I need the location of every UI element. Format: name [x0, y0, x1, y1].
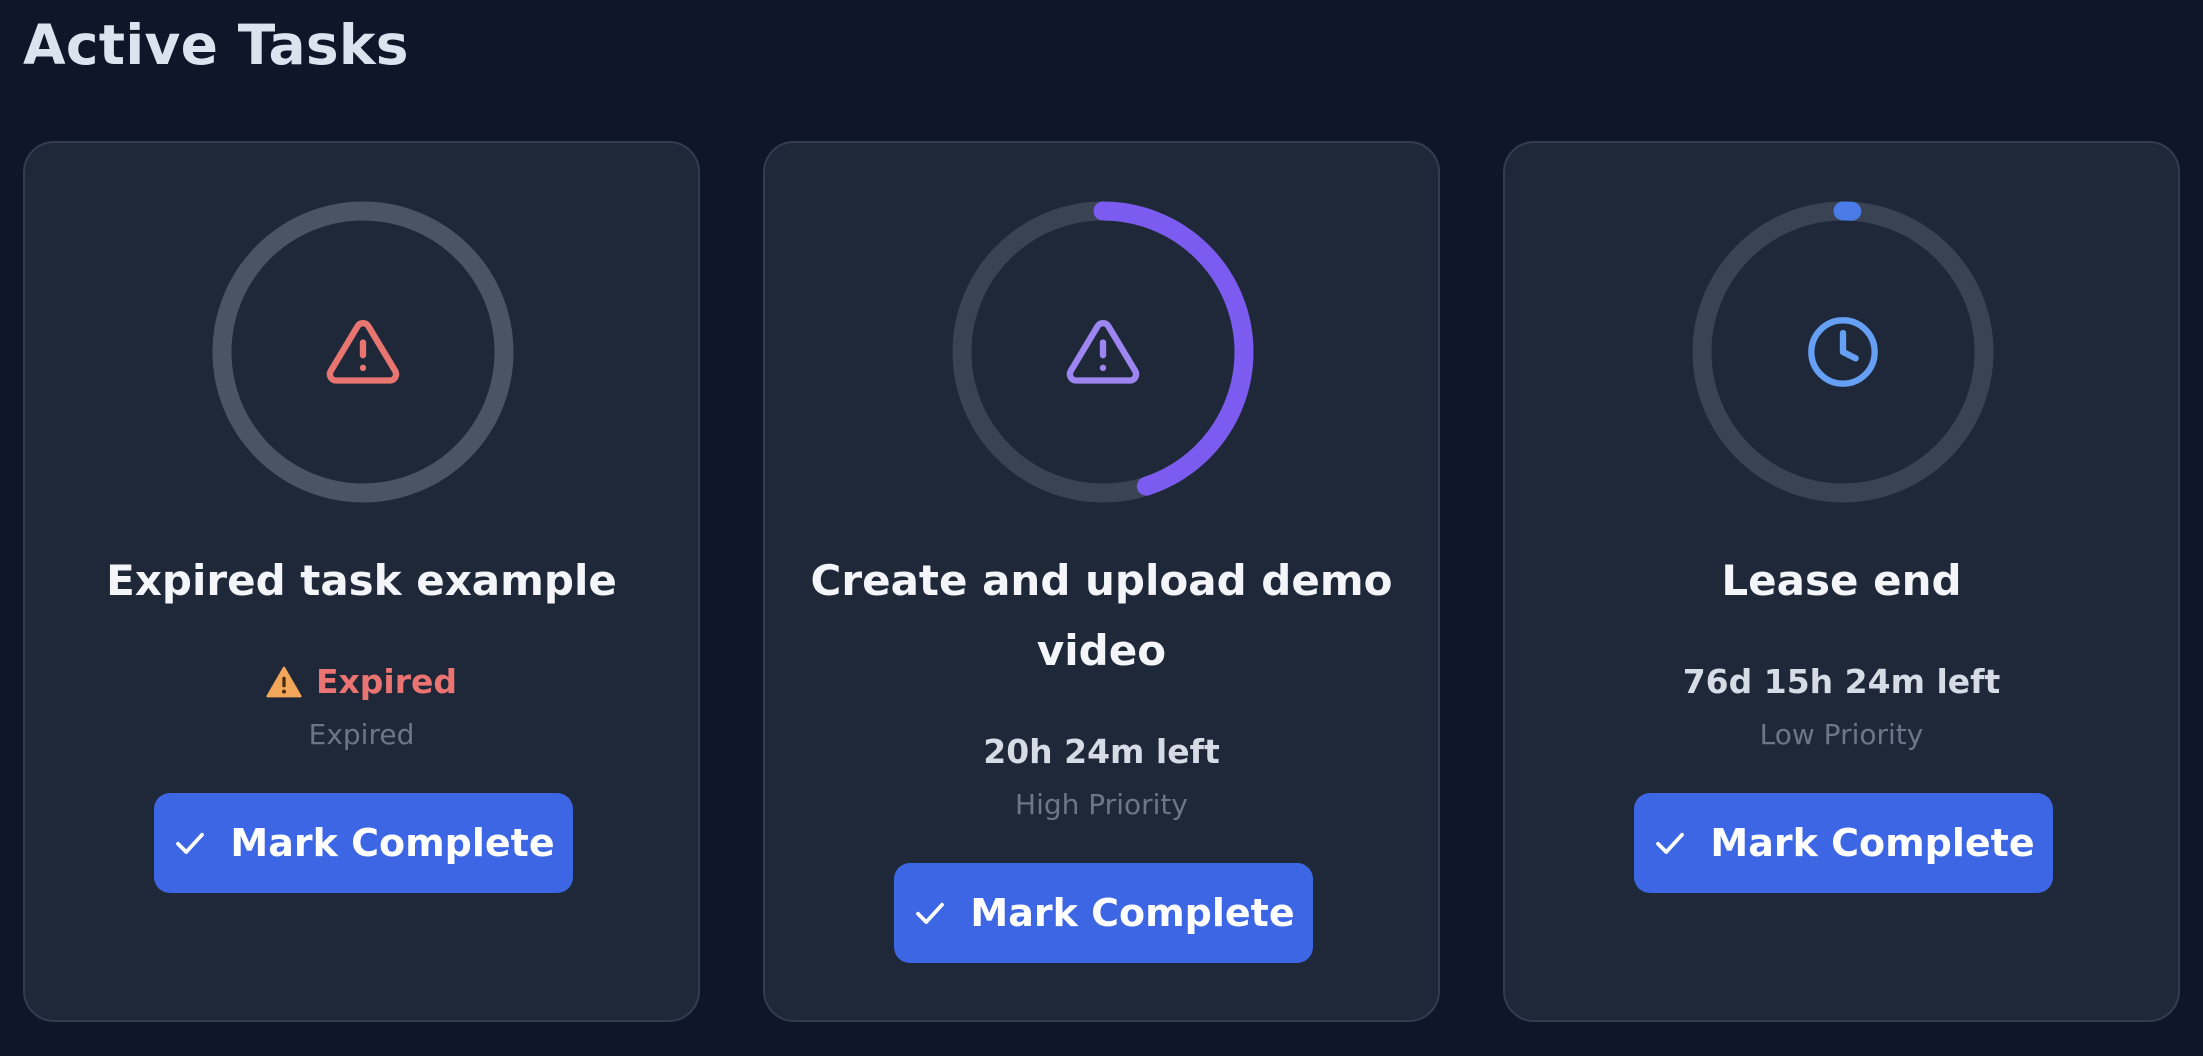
task-card-demo-video: Create and upload demo video 20h 24m lef… — [763, 141, 1440, 1022]
mark-complete-label: Mark Complete — [970, 891, 1295, 935]
progress-ring — [1692, 201, 1994, 503]
warning-icon — [326, 320, 400, 384]
check-icon — [176, 832, 205, 854]
task-status: Expired — [25, 660, 698, 704]
task-title: Lease end — [1721, 556, 1962, 605]
task-title: Expired task example — [106, 556, 617, 605]
task-status: 20h 24m left — [983, 732, 1220, 771]
mark-complete-button[interactable]: Mark Complete — [154, 793, 573, 893]
task-subtext: High Priority — [1015, 788, 1188, 821]
active-tasks-page: Active Tasks Expired task example Expire… — [0, 0, 2203, 1056]
mark-complete-label: Mark Complete — [1710, 821, 2035, 865]
mark-complete-button[interactable]: Mark Complete — [1634, 793, 2053, 893]
check-icon — [916, 902, 945, 924]
warning-icon — [1066, 320, 1140, 384]
task-card-lease-end: Lease end 76d 15h 24m left Low Priority … — [1503, 141, 2180, 1022]
status-text: Expired — [315, 662, 458, 701]
clock-icon — [1808, 317, 1878, 387]
mark-complete-label: Mark Complete — [230, 821, 555, 865]
page-title: Active Tasks — [23, 13, 409, 77]
task-status: 76d 15h 24m left — [1682, 662, 2001, 701]
progress-ring — [952, 201, 1254, 503]
task-subtext: Expired — [308, 718, 415, 751]
task-title: Create and upload demo video — [810, 556, 1393, 675]
task-subtext: Low Priority — [1759, 718, 1924, 751]
mark-complete-button[interactable]: Mark Complete — [894, 863, 1313, 963]
progress-ring — [212, 201, 514, 503]
check-icon — [1656, 832, 1685, 854]
task-card-expired: Expired task example Expired Expired Mar… — [23, 141, 700, 1022]
warning-badge-icon — [266, 666, 302, 698]
